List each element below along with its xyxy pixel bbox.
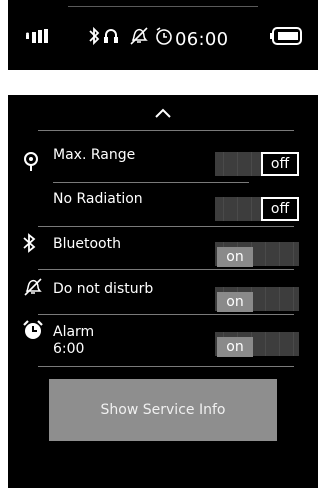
- bluetooth-toggle[interactable]: on: [215, 242, 299, 267]
- bluetooth-label: Bluetooth: [53, 236, 121, 252]
- toggle-state: off: [261, 152, 299, 176]
- alarm-toggle[interactable]: on: [215, 332, 299, 357]
- battery-icon: [270, 22, 304, 50]
- alarm-clock-icon: [22, 319, 44, 341]
- status-time: 06:00: [175, 28, 229, 50]
- divider: [53, 182, 249, 183]
- divider: [38, 314, 294, 315]
- divider: [38, 130, 294, 131]
- toggle-state: on: [217, 337, 253, 357]
- do-not-disturb-icon: [128, 22, 150, 50]
- do-not-disturb-label: Do not disturb: [53, 281, 154, 297]
- quick-settings-panel: Max. Range off No Radiation off Bluetoot…: [8, 95, 318, 488]
- no-radiation-toggle[interactable]: off: [215, 197, 299, 221]
- chevron-up-icon[interactable]: [151, 105, 175, 121]
- signal-icon: [26, 22, 56, 50]
- max-range-label: Max. Range: [53, 147, 136, 163]
- status-bar-divider: [68, 6, 258, 7]
- show-service-info-button[interactable]: Show Service Info: [49, 379, 277, 441]
- alarm-time: 6:00: [53, 341, 85, 357]
- toggle-state: on: [217, 247, 253, 267]
- alarm-clock-icon: [154, 22, 174, 50]
- do-not-disturb-toggle[interactable]: on: [215, 287, 299, 312]
- do-not-disturb-icon: [22, 276, 44, 298]
- headset-icon: [103, 22, 119, 50]
- toggle-state: off: [261, 197, 299, 221]
- no-radiation-label: No Radiation: [53, 191, 143, 207]
- divider: [38, 269, 294, 270]
- max-range-toggle[interactable]: off: [215, 152, 299, 176]
- divider: [38, 366, 294, 367]
- bluetooth-icon: [22, 232, 44, 254]
- divider: [38, 226, 294, 227]
- status-bar: 06:00: [8, 0, 318, 70]
- toggle-state: on: [217, 292, 253, 312]
- bluetooth-icon: [88, 22, 100, 50]
- alarm-label: Alarm: [53, 324, 95, 340]
- range-icon: [22, 150, 44, 172]
